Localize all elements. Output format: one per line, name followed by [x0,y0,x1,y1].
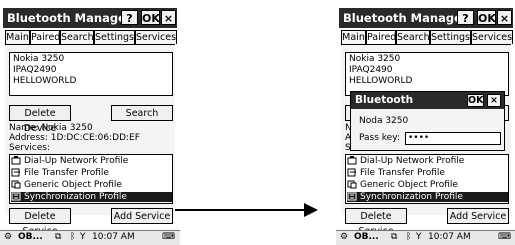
tab-main[interactable]: Main [341,30,366,44]
taskbar-app-button[interactable]: OB... [354,232,379,242]
list-item[interactable]: Generic Object Profile [347,180,508,190]
pass-key-label: Pass key: [359,133,400,143]
ok-button[interactable]: OK [477,10,496,25]
taskbar: ⚙ OB... ⧉ ᛒ Y 10:07 AM ⌨ [336,230,515,245]
pass-key-dialog: Bluetooth OK × Noda 3250 Pass key: •••• [350,91,505,151]
start-icon[interactable]: ⚙ [340,232,348,242]
service-label: Dial-Up Network Profile [360,156,465,166]
generic-object-icon [347,180,357,189]
tab-search[interactable]: Search [396,30,430,44]
tab-paired[interactable]: Paired [366,30,396,44]
tab-settings[interactable]: Settings [430,30,471,44]
device-list[interactable]: Nokia 3250 IPAQ2490 HELLOWORLD [345,52,509,96]
signal-icon[interactable]: Y [416,232,422,242]
keyboard-icon[interactable]: ⌨ [498,232,511,242]
tab-bar: Main Paired Search Settings Services [341,30,513,44]
service-label: File Transfer Profile [360,168,445,178]
list-item[interactable]: Synchronization Profile [347,192,508,202]
list-item[interactable]: Nokia 3250 [349,54,400,64]
clock-text: 10:07 AM [428,232,471,242]
tab-services[interactable]: Services [471,30,513,44]
dialog-title-bar: Bluetooth OK × [351,92,504,109]
list-item[interactable]: HELLOWORLD [349,76,412,86]
list-item[interactable]: Dial-Up Network Profile [347,156,508,166]
dialog-close-button[interactable]: × [487,94,501,107]
dialup-icon [347,156,357,165]
app-title: Bluetooth Manager [343,11,468,25]
dialog-title: Bluetooth [355,94,414,106]
service-label: Synchronization Profile [360,192,463,202]
close-button[interactable]: × [497,10,512,25]
sync-icon [347,192,357,201]
pass-key-input[interactable]: •••• [405,132,501,145]
network-icon[interactable]: ⧉ [391,232,397,242]
service-label: Generic Object Profile [360,180,458,190]
dialog-device-name: Noda 3250 [359,116,409,126]
bluetooth-icon[interactable]: ᛒ [406,232,411,242]
list-item[interactable]: IPAQ2490 [349,65,393,75]
list-item[interactable]: File Transfer Profile [347,168,508,178]
add-service-button[interactable]: Add Service [447,208,509,224]
title-bar: Bluetooth Manager ? OK × [339,8,513,28]
services-list[interactable]: Dial-Up Network Profile File Transfer Pr… [345,154,509,204]
dialog-ok-button[interactable]: OK [467,94,484,107]
delete-service-button[interactable]: Delete Service [345,208,407,237]
file-transfer-icon [347,168,356,177]
help-button[interactable]: ? [457,10,474,25]
